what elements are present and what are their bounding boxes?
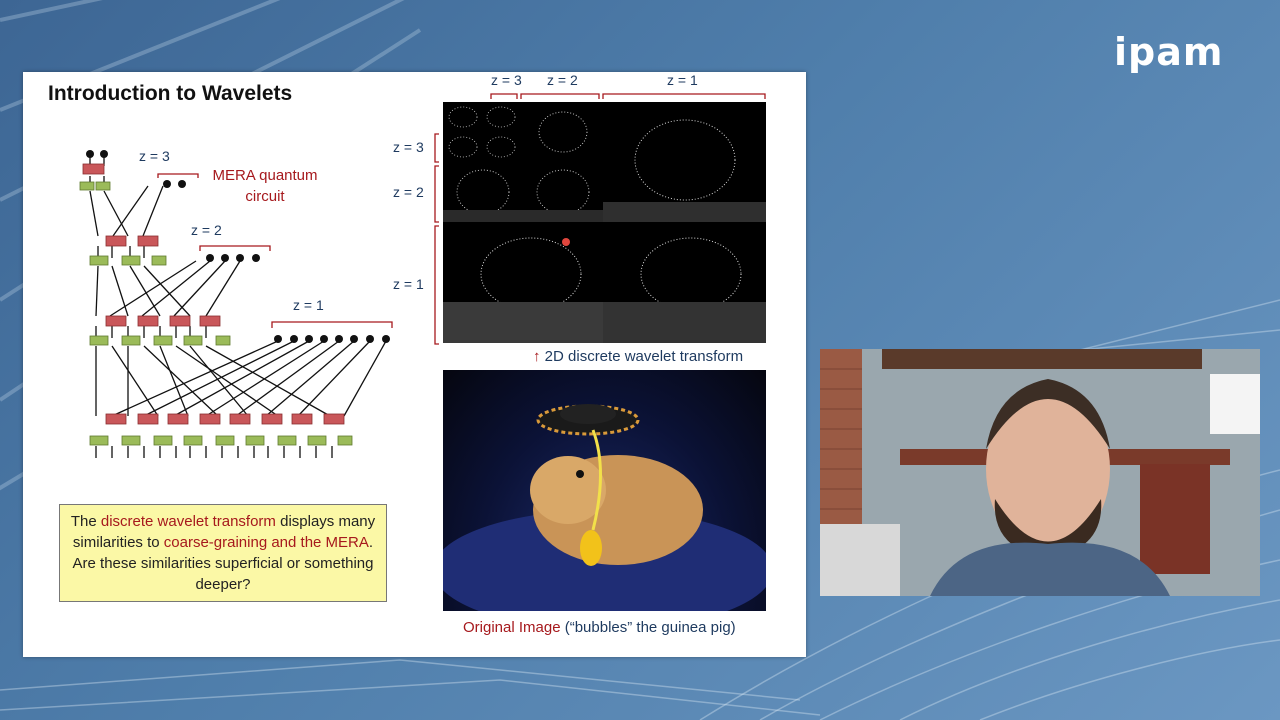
slide-title: Introduction to Wavelets (48, 82, 293, 105)
wavelet-z3-tile (443, 102, 523, 162)
photo-caption-label: Original Image (463, 619, 561, 636)
dwt-caption-text: 2D discrete wavelet transform (544, 348, 744, 365)
presenter-video-icon (820, 349, 1260, 596)
mera-label: MERA quantum circuit (205, 165, 325, 207)
wavelet-side-z1-label: z = 1 (393, 276, 424, 292)
wavelet-z1-top-right (603, 102, 766, 222)
ipam-logo: ipam (1114, 30, 1224, 74)
photo-caption-rest: (“bubbles” the guinea pig) (560, 619, 736, 636)
wavelet-z2-tile (523, 102, 603, 162)
callout-box: The discrete wavelet transform displays … (59, 504, 387, 602)
circuit-z2-label: z = 2 (191, 222, 222, 238)
wavelet-z1-bottom-left (443, 222, 603, 343)
callout-highlight: coarse-graining and the MERA (163, 534, 369, 551)
circuit-z1-label: z = 1 (293, 297, 324, 313)
callout-text: The (70, 513, 101, 530)
mera-label-line2: circuit (245, 188, 285, 205)
photo-caption: Original Image (“bubbles” the guinea pig… (463, 619, 736, 636)
wavelet-z1-bottom-right (603, 222, 766, 343)
dwt-caption: ↑ 2D discrete wavelet transform (533, 348, 743, 365)
mera-label-line1: MERA quantum (212, 167, 318, 184)
wavelet-transform-image (443, 102, 766, 343)
wavelet-side-z3-label: z = 3 (393, 139, 424, 155)
guinea-pig-photo (443, 370, 766, 611)
circuit-z3-label: z = 3 (139, 148, 170, 164)
presentation-slide: Introduction to Wavelets MERA quantum ci… (23, 72, 806, 657)
wavelet-z2-row (443, 162, 603, 222)
wavelet-side-z2-label: z = 2 (393, 184, 424, 200)
callout-highlight: discrete wavelet transform (100, 513, 276, 530)
up-arrow-icon: ↑ (533, 348, 541, 365)
